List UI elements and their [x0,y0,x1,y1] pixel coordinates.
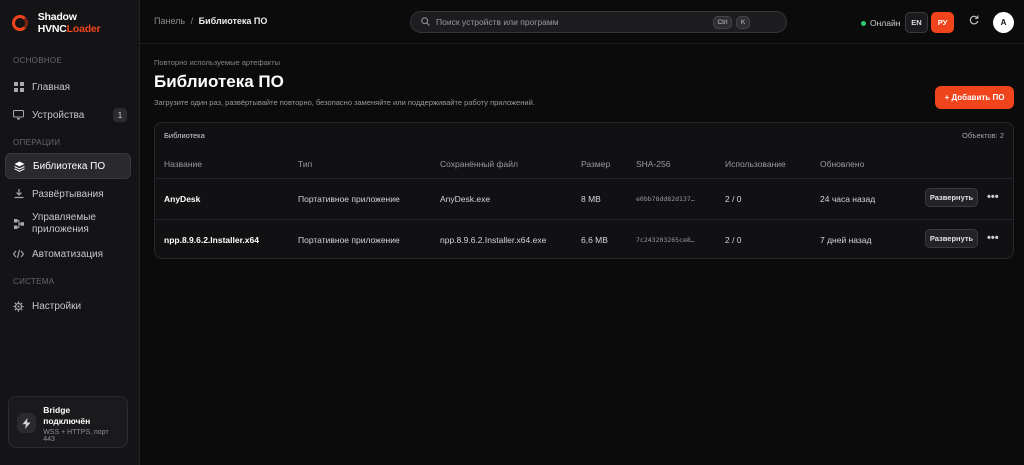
sidebar-item-home[interactable]: Главная [5,74,131,100]
software-library-table: Библиотека Объектов: 2 Название Тип Сохр… [154,122,1014,259]
sidebar-item-deployments[interactable]: Развёртывания [5,181,131,207]
table-row[interactable]: AnyDesk Портативное приложение AnyDesk.e… [155,179,1013,220]
cell-type: Портативное приложение [298,235,400,245]
connection-status: Онлайн [861,18,900,28]
breadcrumb: Панель / Библиотека ПО [154,16,267,26]
sidebar-item-managed-apps[interactable]: Управляемые приложения [5,208,131,240]
sidebar-item-label: Автоматизация [32,248,104,260]
section-label-system: СИСТЕМА [13,277,55,286]
object-count: Объектов: 2 [962,131,1004,140]
cell-file: npp.8.9.6.2.Installer.x64.exe [440,235,547,245]
more-options-icon[interactable]: ••• [987,191,999,203]
search-box[interactable]: Ctrl K [410,11,787,33]
search-icon [421,16,430,28]
column-header-usage[interactable]: Использование [725,159,786,169]
column-header-sha256[interactable]: SHA-256 [636,159,671,169]
status-label: Онлайн [870,18,901,28]
brand[interactable]: Shadow HVNCLoader [0,0,139,46]
grid-icon [13,82,24,93]
bridge-state: подключён [43,416,91,426]
sidebar: Shadow HVNCLoader ОСНОВНОЕ Главная Устро… [0,0,140,465]
page-title: Библиотека ПО [154,72,284,91]
status-dot-icon [861,20,866,26]
breadcrumb-root[interactable]: Панель [154,16,185,26]
cell-updated: 7 дней назад [820,235,872,245]
search-input[interactable] [436,17,706,27]
column-header-updated[interactable]: Обновлено [820,159,864,169]
section-label-operations: ОПЕРАЦИИ [13,138,61,147]
section-label-main: ОСНОВНОЕ [13,56,63,65]
page-description: Загрузите один раз, развёртывайте повтор… [154,98,535,107]
sidebar-item-label: Библиотека ПО [33,160,106,172]
bridge-title: Bridge [43,405,71,415]
bridge-status-card: Bridge подключён WSS + HTTPS, порт 443 [8,396,128,448]
breadcrumb-separator: / [190,16,194,26]
column-header-file[interactable]: Сохранённый файл [440,159,518,169]
gear-icon [13,300,24,312]
sidebar-item-settings[interactable]: Настройки [5,293,131,319]
shortcut-k-key: K [736,16,750,29]
cell-file: AnyDesk.exe [440,194,491,204]
cell-usage: 2 / 0 [725,194,742,204]
cell-sha256: 7c243203265ce8… [636,236,695,244]
sidebar-item-devices[interactable]: Устройства 1 [5,102,131,128]
page-header: Повторно используемые артефакты Библиоте… [154,58,535,107]
logo-icon [12,15,28,31]
more-options-icon[interactable]: ••• [987,232,999,244]
bolt-icon [17,413,37,433]
cell-size: 8 MB [581,194,601,204]
deploy-button[interactable]: Развернуть [925,229,978,248]
avatar[interactable]: A [993,12,1014,33]
sidebar-item-automation[interactable]: Автоматизация [5,241,131,267]
refresh-icon[interactable] [969,15,979,28]
page-eyebrow: Повторно используемые артефакты [154,58,280,67]
devices-count-badge: 1 [113,108,127,122]
monitor-icon [13,110,24,121]
layers-icon [14,161,25,172]
lang-en-button[interactable]: EN [905,12,928,33]
brand-name: Shadow HVNCLoader [37,11,101,35]
download-icon [13,189,24,200]
column-header-type[interactable]: Тип [298,159,312,169]
network-icon [13,219,24,230]
cell-type: Портативное приложение [298,194,400,204]
lang-ru-button[interactable]: РУ [931,12,954,33]
cell-sha256: e0bb78dd82d137… [636,195,695,203]
cell-size: 6,6 MB [581,235,608,245]
sidebar-item-label: Развёртывания [32,188,104,200]
sidebar-item-label: Главная [32,81,71,93]
shortcut-ctrl-key: Ctrl [713,16,732,29]
topbar: Панель / Библиотека ПО Ctrl K Онлайн EN … [140,0,1024,44]
table-row[interactable]: npp.8.9.6.2.Installer.x64 Портативное пр… [155,220,1013,261]
breadcrumb-current: Библиотека ПО [198,16,268,26]
sidebar-item-label: Устройства [32,109,85,121]
cell-name: AnyDesk [164,194,201,204]
cell-name: npp.8.9.6.2.Installer.x64 [164,235,259,245]
sidebar-item-label: Настройки [32,300,82,312]
table-title: Библиотека [164,131,205,140]
bridge-subtitle: WSS + HTTPS, порт 443 [43,429,109,443]
sidebar-item-label: Управляемые приложения [32,212,96,235]
sidebar-item-software-library[interactable]: Библиотека ПО [5,153,131,179]
add-software-button[interactable]: + Добавить ПО [935,86,1014,109]
cell-usage: 2 / 0 [725,235,742,245]
deploy-button[interactable]: Развернуть [925,188,978,207]
cell-updated: 24 часа назад [820,194,876,204]
column-header-size[interactable]: Размер [581,159,610,169]
code-icon [13,249,24,260]
column-header-name[interactable]: Название [164,159,202,169]
